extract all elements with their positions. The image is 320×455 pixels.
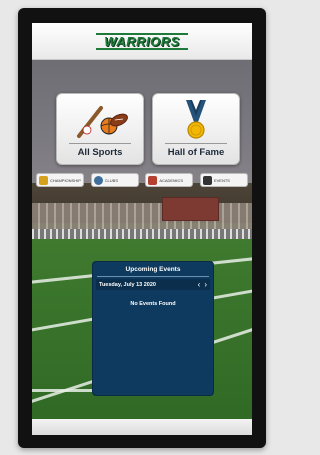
warriors-logo[interactable]: WARRIORS <box>96 32 188 50</box>
tile-divider <box>165 143 227 144</box>
person-icon <box>93 175 103 185</box>
events-button[interactable]: EVENTS <box>199 173 248 187</box>
events-date-row: Tuesday, July 13 2020 ‹ › <box>96 279 210 290</box>
sports-equipment-icon <box>77 106 128 138</box>
hall-of-fame-tile[interactable]: Hall of Fame <box>152 93 240 165</box>
date-navigation: ‹ › <box>198 280 207 289</box>
clubs-button[interactable]: CLUBS <box>90 173 139 187</box>
no-events-message: No Events Found <box>130 301 176 307</box>
championship-button[interactable]: CHAMPIONSHIP <box>36 173 84 187</box>
app-footer <box>32 419 252 435</box>
academics-label: ACADEMICS <box>159 177 184 183</box>
chevron-right-icon[interactable]: › <box>204 280 207 289</box>
kiosk-screen: WARRIORS All Sports Hall of Fame CHAMPIO… <box>32 23 252 435</box>
press-box <box>162 197 219 221</box>
all-sports-tile[interactable]: All Sports <box>56 93 144 165</box>
trophy-icon <box>39 175 48 185</box>
events-divider <box>97 276 209 277</box>
kiosk-frame: WARRIORS All Sports Hall of Fame CHAMPIO… <box>18 8 266 448</box>
sideline <box>32 389 92 392</box>
events-date: Tuesday, July 13 2020 <box>99 281 156 288</box>
category-bar: CHAMPIONSHIP CLUBS ACADEMICS EVENTS <box>36 173 248 187</box>
app-header: WARRIORS <box>32 23 252 60</box>
fence <box>32 229 252 239</box>
championship-label: CHAMPIONSHIP <box>50 177 81 183</box>
events-label: EVENTS <box>213 177 230 183</box>
calendar-icon <box>202 175 212 185</box>
medal-icon <box>186 100 206 139</box>
all-sports-label: All Sports <box>77 147 123 158</box>
chevron-left-icon[interactable]: ‹ <box>198 280 201 289</box>
clubs-label: CLUBS <box>104 177 118 183</box>
books-icon <box>148 175 158 185</box>
tile-divider <box>69 143 131 144</box>
academics-button[interactable]: ACADEMICS <box>145 173 194 187</box>
upcoming-events-panel: Upcoming Events Tuesday, July 13 2020 ‹ … <box>92 261 214 396</box>
hall-of-fame-label: Hall of Fame <box>167 147 225 158</box>
events-title: Upcoming Events <box>125 266 181 273</box>
